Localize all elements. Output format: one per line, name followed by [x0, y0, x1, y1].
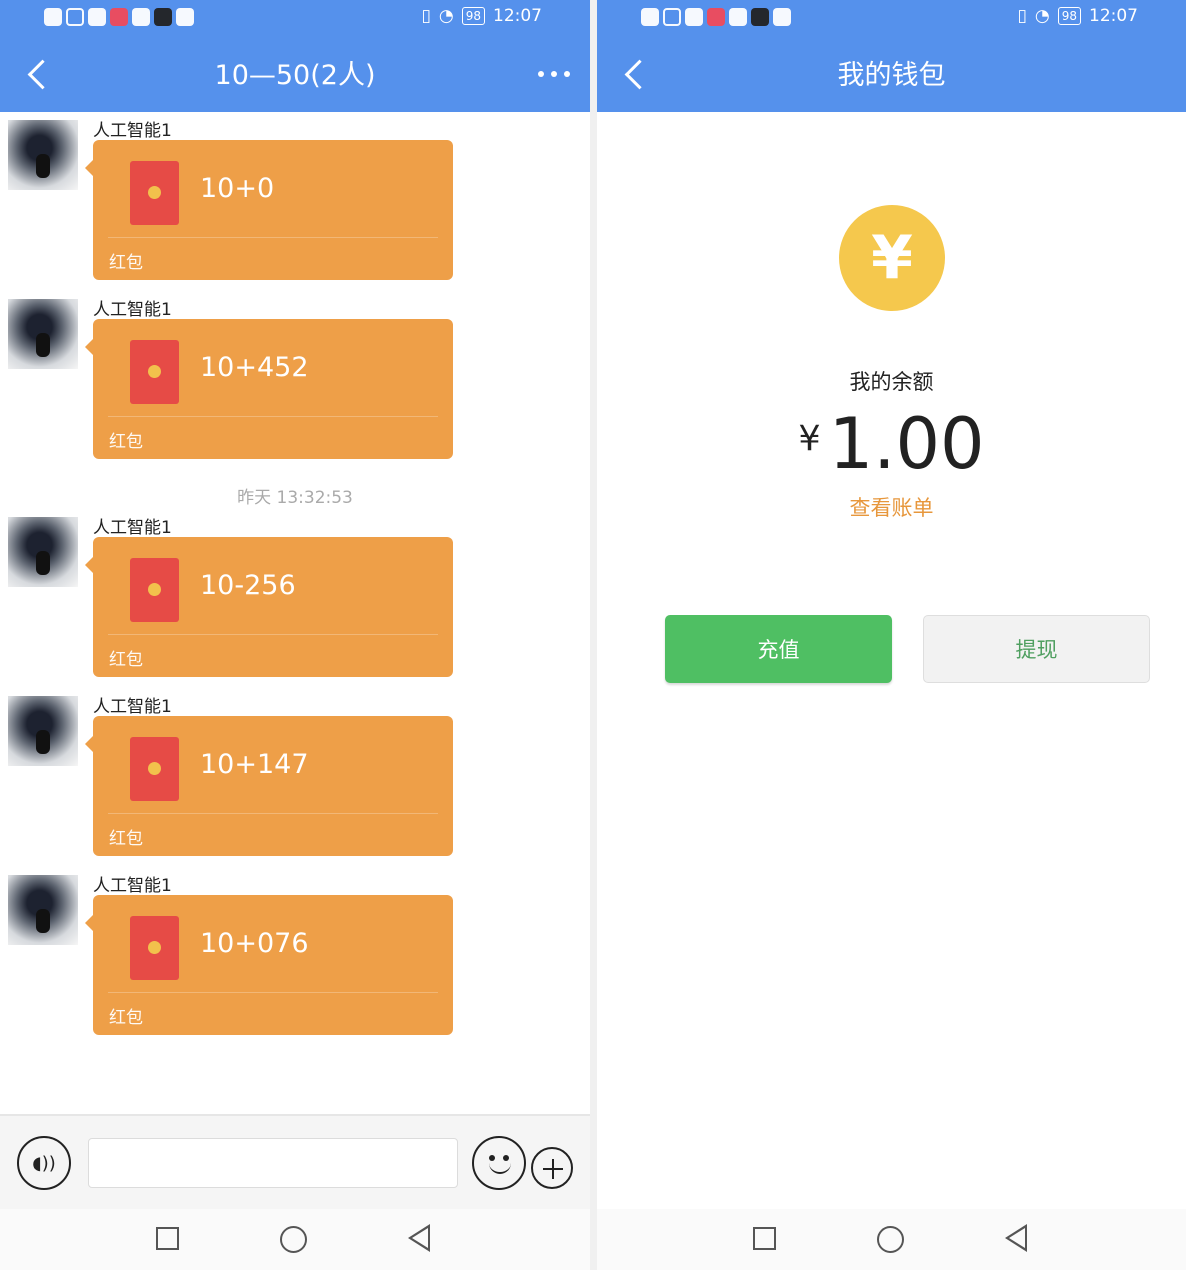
dark-app-icon [751, 8, 769, 26]
chat-screen: ▯ ◔ 98 12:07 10—50(2人) 人工智能1 10+0 红包 人工智… [0, 0, 590, 1270]
dark-app-icon [154, 8, 172, 26]
battery-indicator: 98 [1057, 7, 1081, 25]
red-packet-icon [130, 340, 179, 404]
red-packet-label: 红包 [109, 1008, 143, 1028]
currency-symbol: ¥ [798, 419, 821, 459]
message-input[interactable] [88, 1138, 458, 1188]
plus-icon[interactable] [531, 1147, 573, 1189]
sender-name: 人工智能1 [93, 518, 172, 538]
bubble-divider [108, 416, 438, 417]
message-timestamp: 昨天 13:32:53 [237, 488, 353, 508]
android-navigation-bar [0, 1209, 590, 1270]
voice-icon[interactable]: ◖)) [17, 1136, 71, 1190]
more-icon[interactable] [538, 68, 570, 80]
red-packet-icon [130, 161, 179, 225]
status-time: 12:07 [493, 6, 542, 26]
red-packet-label: 红包 [109, 253, 143, 273]
message-item: 人工智能1 10+076 红包 [0, 867, 590, 1037]
shield-icon [132, 8, 150, 26]
balance-amount: ¥1.00 [597, 404, 1186, 484]
back-nav-icon[interactable] [1005, 1224, 1027, 1252]
bubble-divider [108, 813, 438, 814]
red-packet-title: 10+147 [200, 749, 309, 780]
speed-icon: ◔ [1034, 6, 1050, 26]
message-composer: ◖)) [0, 1114, 590, 1209]
back-nav-icon[interactable] [408, 1224, 430, 1252]
red-packet-icon [130, 737, 179, 801]
red-packet-message[interactable]: 10+147 红包 [85, 716, 453, 856]
wechat-icon [773, 8, 791, 26]
app-icon [685, 8, 703, 26]
wifi-icon [663, 8, 681, 26]
red-app-icon [110, 8, 128, 26]
notification-icon [44, 8, 62, 26]
sender-name: 人工智能1 [93, 876, 172, 896]
red-packet-message[interactable]: 10-256 红包 [85, 537, 453, 677]
red-packet-title: 10+452 [200, 352, 309, 383]
bubble-divider [108, 634, 438, 635]
home-icon[interactable] [877, 1226, 904, 1253]
vibrate-icon: ▯ [1017, 6, 1027, 26]
status-bar: ▯ ◔ 98 12:07 [0, 0, 590, 36]
message-item: 人工智能1 10-256 红包 [0, 509, 590, 679]
balance-label: 我的余额 [849, 370, 934, 394]
status-right: ▯ ◔ 98 12:07 [422, 6, 542, 26]
wifi-icon [66, 8, 84, 26]
status-app-icons [641, 8, 791, 26]
status-bar: ▯ ◔ 98 12:07 [597, 0, 1186, 36]
avatar[interactable] [8, 875, 78, 945]
status-time: 12:07 [1089, 6, 1138, 26]
red-packet-title: 10+0 [200, 173, 275, 204]
android-navigation-bar [597, 1209, 1186, 1270]
home-icon[interactable] [280, 1226, 307, 1253]
avatar[interactable] [8, 299, 78, 369]
smile-icon[interactable] [472, 1136, 526, 1190]
wallet-title: 我的钱包 [837, 60, 946, 91]
wallet-coin-icon: ¥ [839, 205, 945, 311]
sender-name: 人工智能1 [93, 300, 172, 320]
shield-icon [729, 8, 747, 26]
bubble-divider [108, 992, 438, 993]
recent-apps-icon[interactable] [156, 1227, 179, 1250]
notification-icon [641, 8, 659, 26]
red-packet-label: 红包 [109, 829, 143, 849]
sender-name: 人工智能1 [93, 121, 172, 141]
view-bill-link[interactable]: 查看账单 [597, 492, 1186, 522]
app-icon [88, 8, 106, 26]
red-packet-title: 10+076 [200, 928, 309, 959]
red-packet-label: 红包 [109, 432, 143, 452]
wechat-icon [176, 8, 194, 26]
withdraw-button[interactable]: 提现 [923, 615, 1150, 683]
red-packet-icon [130, 916, 179, 980]
chat-title: 10—50(2人) [214, 60, 376, 91]
red-packet-label: 红包 [109, 650, 143, 670]
message-item: 人工智能1 10+0 红包 [0, 112, 590, 282]
battery-indicator: 98 [461, 7, 485, 25]
sender-name: 人工智能1 [93, 697, 172, 717]
avatar[interactable] [8, 696, 78, 766]
avatar[interactable] [8, 517, 78, 587]
speed-icon: ◔ [438, 6, 454, 26]
screen-gap [590, 0, 597, 1270]
red-packet-message[interactable]: 10+0 红包 [85, 140, 453, 280]
avatar[interactable] [8, 120, 78, 190]
red-packet-title: 10-256 [200, 570, 296, 601]
red-packet-icon [130, 558, 179, 622]
red-packet-message[interactable]: 10+076 红包 [85, 895, 453, 1035]
chat-header: ▯ ◔ 98 12:07 10—50(2人) [0, 0, 590, 112]
message-item: 人工智能1 10+147 红包 [0, 688, 590, 858]
recent-apps-icon[interactable] [753, 1227, 776, 1250]
status-right: ▯ ◔ 98 12:07 [1018, 6, 1138, 26]
red-packet-message[interactable]: 10+452 红包 [85, 319, 453, 459]
message-item: 人工智能1 10+452 红包 [0, 291, 590, 461]
status-app-icons [44, 8, 194, 26]
recharge-button[interactable]: 充值 [665, 615, 892, 683]
red-app-icon [707, 8, 725, 26]
wallet-screen: ▯ ◔ 98 12:07 我的钱包 ¥ 我的余额 ¥1.00 查看账单 充值 提… [597, 0, 1186, 1270]
smile-mouth [489, 1160, 511, 1174]
vibrate-icon: ▯ [421, 6, 431, 26]
balance-value: 1.00 [828, 403, 985, 485]
wallet-header: ▯ ◔ 98 12:07 我的钱包 [597, 0, 1186, 112]
bubble-divider [108, 237, 438, 238]
